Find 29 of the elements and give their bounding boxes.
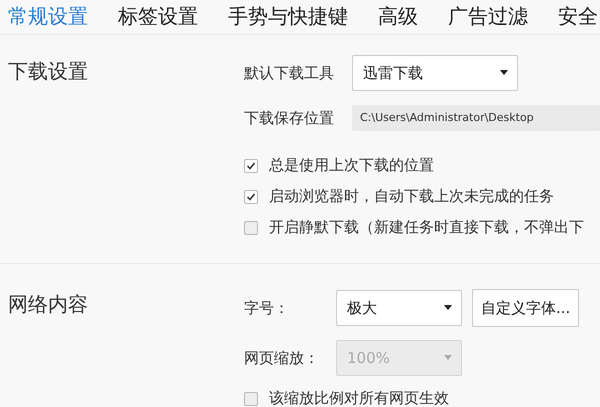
field-label: 字号： [244,298,290,318]
checkbox[interactable] [244,190,258,204]
field-label: 网页缩放： [244,348,320,368]
settings-tab[interactable]: 安全 [558,2,598,34]
path-field[interactable]: C:\Users\Administrator\Desktop [352,105,600,131]
settings-tab[interactable]: 高级 [378,2,418,34]
section-title: 网络内容 [7,291,89,318]
checkbox-label: 启动浏览器时，自动下载上次未完成的任务 [269,187,554,206]
section-title: 下载设置 [7,58,89,85]
checkbox-label: 总是使用上次下载的位置 [269,156,434,175]
custom-font-button[interactable]: 自定义字体... [472,289,580,327]
checkbox[interactable] [244,220,258,234]
checkbox-label: 开启静默下载（新建任务时直接下载，不弹出下 [269,218,584,237]
caret-icon [443,355,453,361]
checkbox-label: 该缩放比例对所有网页生效 [269,389,449,407]
field-label: 下载保存位置 [244,108,335,128]
caret-icon [499,70,509,76]
settings-tab[interactable]: 标签设置 [118,2,198,34]
checkbox[interactable] [244,158,258,172]
caret-icon [443,305,453,311]
field-label: 默认下载工具 [244,64,335,82]
settings-tab[interactable]: 手势与快捷键 [228,2,348,34]
settings-tab[interactable]: 广告过滤 [448,2,528,34]
dropdown[interactable]: 极大 [336,290,462,326]
dropdown[interactable]: 迅雷下载 [352,55,518,91]
checkbox[interactable] [244,392,258,406]
check-icon [246,160,256,170]
check-icon [246,192,256,202]
settings-tab[interactable]: 常规设置 [8,2,88,34]
